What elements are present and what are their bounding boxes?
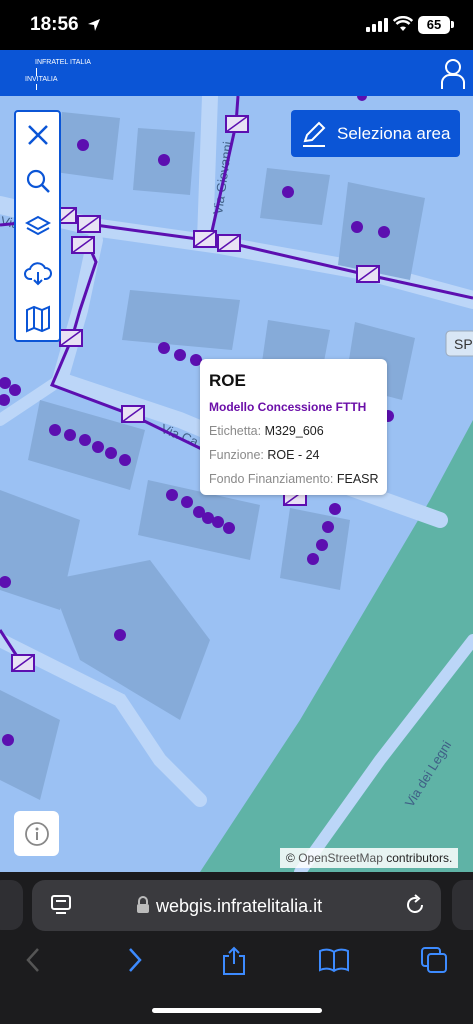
- close-button[interactable]: [16, 112, 59, 158]
- forward-icon[interactable]: [126, 946, 144, 974]
- address-bar[interactable]: webgis.infratelitalia.it: [32, 880, 441, 931]
- home-indicator: [152, 1008, 322, 1013]
- popup-value: FEASR: [336, 472, 379, 486]
- battery-tip: [451, 21, 454, 28]
- search-button[interactable]: [16, 158, 59, 204]
- attribution-suffix: contributors.: [386, 851, 453, 865]
- location-arrow-icon: [88, 19, 100, 31]
- popup-title: ROE: [209, 371, 246, 390]
- popup-key: Funzione:: [209, 448, 264, 462]
- page-menu-icon[interactable]: [50, 894, 72, 916]
- road-shield-label: SP: [454, 336, 473, 352]
- next-tab-preview[interactable]: [452, 880, 473, 930]
- map-icon: [25, 305, 50, 333]
- status-bar: 18:56 65: [0, 0, 473, 50]
- popup-row-fondo: Fondo Finanziamento: FEASR: [209, 472, 379, 486]
- map-toolbar: [14, 110, 61, 342]
- popup-row-funzione: Funzione: ROE - 24: [209, 448, 378, 462]
- bookmarks-icon[interactable]: [318, 946, 350, 974]
- lock-icon: [137, 896, 149, 913]
- popup-subtitle: Modello Concessione FTTH: [209, 400, 367, 414]
- battery-indicator: 65: [418, 16, 450, 34]
- back-icon[interactable]: [24, 946, 42, 974]
- popup-value: M329_606: [264, 424, 324, 438]
- tabs-icon[interactable]: [420, 946, 448, 974]
- info-button[interactable]: [14, 811, 59, 856]
- info-icon: [24, 821, 49, 846]
- cellular-signal-icon: [366, 18, 388, 32]
- url-text: webgis.infratelitalia.it: [156, 896, 323, 916]
- popup-value: ROE - 24: [267, 448, 320, 462]
- copyright-symbol: ©: [286, 851, 295, 865]
- layers-button[interactable]: [16, 204, 59, 250]
- download-button[interactable]: [16, 250, 59, 296]
- logo-infratel-text: INFRATEL ITALIA: [35, 59, 91, 66]
- logo-divider: [36, 84, 37, 90]
- close-icon: [27, 125, 48, 145]
- cloud-download-icon: [23, 262, 52, 286]
- map-canvas[interactable]: Via Giovanni Via Via Ca SP Via dei Legni: [0, 96, 473, 872]
- feature-popup[interactable]: ROE Modello Concessione FTTH Etichetta: …: [200, 359, 387, 495]
- logo-invitalia-text: INVITALIA: [25, 76, 58, 83]
- map-attribution: © OpenStreetMap contributors.: [280, 848, 459, 868]
- previous-tab-preview[interactable]: [0, 880, 23, 930]
- status-time: 18:56: [30, 14, 79, 35]
- infratel-logo[interactable]: INFRATEL ITALIA INVITALIA: [22, 56, 102, 90]
- osm-link[interactable]: OpenStreetMap: [298, 851, 383, 865]
- layers-icon: [24, 215, 51, 236]
- select-area-button[interactable]: Seleziona area: [291, 110, 460, 157]
- user-icon[interactable]: [440, 58, 466, 90]
- wifi-icon: [393, 16, 413, 31]
- pencil-icon: [303, 121, 326, 147]
- reload-icon[interactable]: [404, 894, 426, 916]
- app-header: INFRATEL ITALIA INVITALIA: [0, 50, 473, 96]
- share-icon[interactable]: [220, 946, 248, 976]
- popup-key: Etichetta:: [209, 424, 262, 438]
- select-area-label: Seleziona area: [337, 123, 451, 143]
- popup-row-etichetta: Etichetta: M329_606: [209, 424, 378, 438]
- search-icon: [26, 169, 50, 193]
- popup-key: Fondo Finanziamento:: [209, 472, 334, 486]
- basemap-button[interactable]: [16, 296, 59, 342]
